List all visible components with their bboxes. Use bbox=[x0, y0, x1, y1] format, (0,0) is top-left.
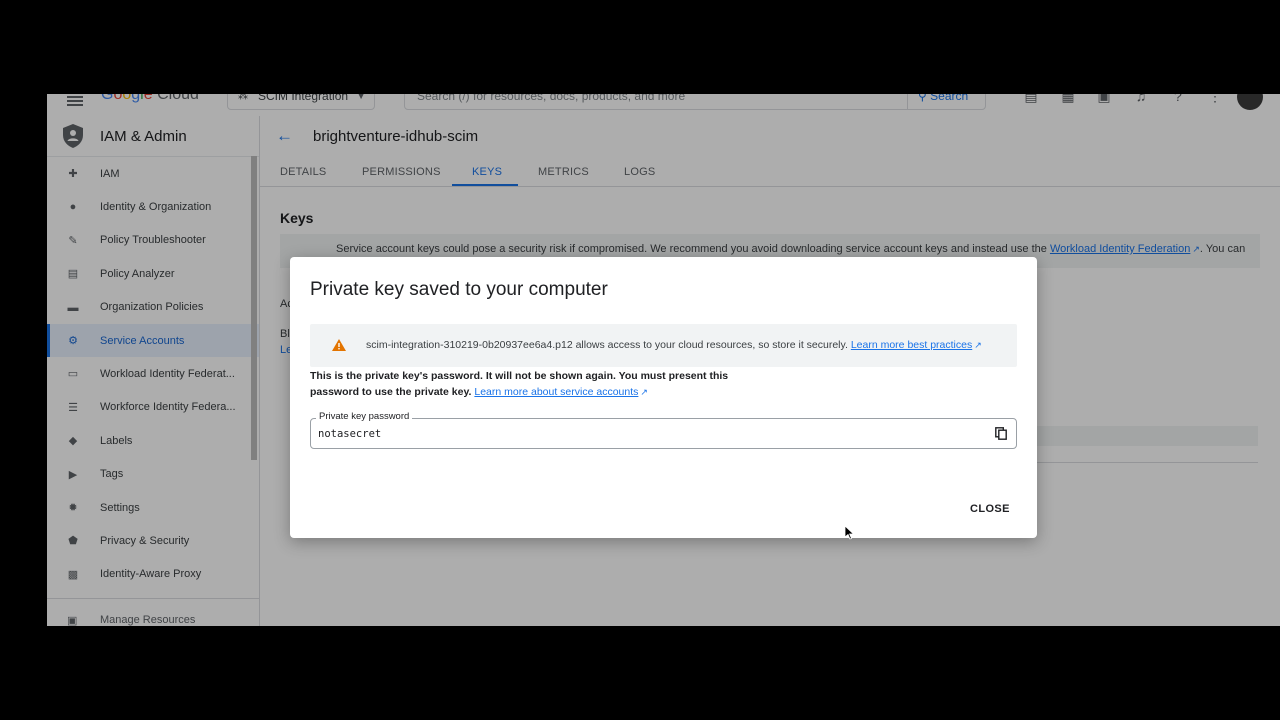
best-practices-link[interactable]: Learn more best practices bbox=[851, 339, 972, 351]
private-key-dialog: Private key saved to your computer scim-… bbox=[290, 257, 1037, 538]
dialog-title: Private key saved to your computer bbox=[310, 279, 608, 300]
password-value[interactable]: notasecret bbox=[318, 428, 381, 440]
warning-triangle-icon bbox=[332, 339, 346, 351]
dialog-description: This is the private key's password. It w… bbox=[310, 368, 730, 400]
external-link-icon: ↗ bbox=[974, 340, 982, 350]
browser-viewport: Google Cloud ⁂ SCIM Integration ▼ Search… bbox=[47, 94, 1280, 626]
mouse-cursor-icon bbox=[845, 526, 855, 540]
copy-icon[interactable] bbox=[995, 427, 1007, 440]
field-label: Private key password bbox=[316, 411, 413, 422]
dialog-warning-text: scim-integration-310219-0b20937ee6a4.p12… bbox=[366, 339, 848, 351]
service-accounts-link[interactable]: Learn more about service accounts bbox=[474, 386, 638, 398]
dialog-warning: scim-integration-310219-0b20937ee6a4.p12… bbox=[310, 324, 1017, 367]
private-key-password-field[interactable]: Private key password notasecret bbox=[310, 411, 1017, 449]
close-button[interactable]: CLOSE bbox=[970, 503, 1010, 515]
external-link-icon: ↗ bbox=[640, 387, 648, 397]
